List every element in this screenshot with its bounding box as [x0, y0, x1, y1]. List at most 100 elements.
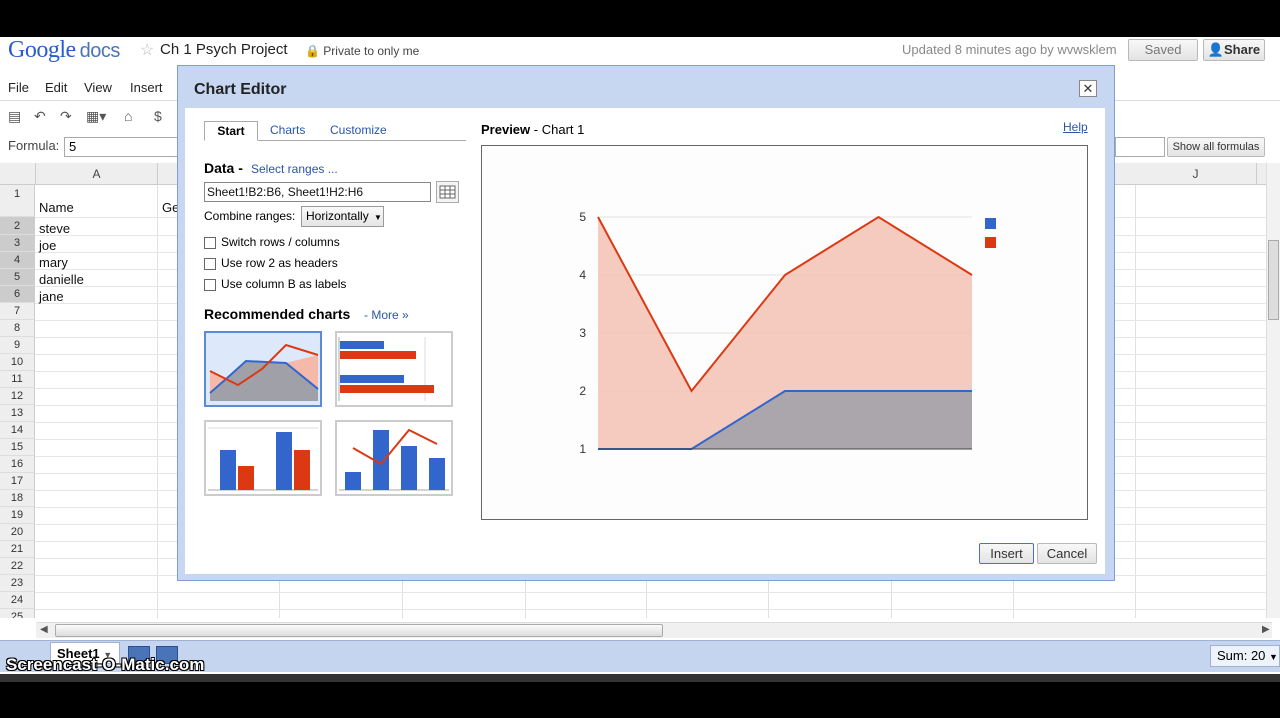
logo-docs-text: docs: [79, 40, 121, 62]
tab-start[interactable]: Start: [204, 121, 258, 141]
menu-edit[interactable]: Edit: [45, 80, 67, 95]
row-header[interactable]: 6: [0, 286, 35, 303]
cell-name[interactable]: steve: [39, 221, 70, 236]
row-header[interactable]: 18: [0, 490, 35, 507]
cell-name[interactable]: danielle: [39, 272, 84, 287]
range-picker-icon[interactable]: [436, 181, 459, 203]
row-header[interactable]: 24: [0, 592, 35, 609]
formula-input[interactable]: 5: [64, 137, 184, 157]
star-icon[interactable]: ☆: [140, 40, 154, 60]
formula-label: Formula:: [8, 138, 60, 153]
use-column-labels-checkbox-row[interactable]: Use column B as labels: [204, 277, 346, 291]
column-header-j[interactable]: J: [1135, 163, 1257, 185]
share-label: Share: [1224, 42, 1261, 57]
row-header[interactable]: 22: [0, 558, 35, 575]
select-ranges-link[interactable]: Select ranges ...: [251, 162, 338, 176]
help-link[interactable]: Help: [1063, 120, 1088, 134]
insert-button[interactable]: Insert: [979, 543, 1034, 564]
chevron-down-icon: ▼: [1269, 652, 1278, 662]
privacy-status[interactable]: 🔒 Private to only me: [305, 44, 419, 58]
row-header[interactable]: 4: [0, 252, 35, 269]
lock-icon: 🔒: [305, 44, 320, 58]
paint-format-icon[interactable]: ▦▾: [86, 108, 106, 125]
row-header[interactable]: 14: [0, 422, 35, 439]
row-divider: [35, 609, 1280, 610]
row-header[interactable]: 5: [0, 269, 35, 286]
row-header[interactable]: 3: [0, 235, 35, 252]
combine-ranges-value: Horizontally: [306, 209, 369, 223]
close-icon[interactable]: ✕: [1079, 80, 1097, 97]
row-header[interactable]: 15: [0, 439, 35, 456]
chart-preview: 1 2 3 4 5: [481, 145, 1088, 520]
cell-name[interactable]: mary: [39, 255, 68, 270]
use-row-headers-checkbox-row[interactable]: Use row 2 as headers: [204, 256, 338, 270]
saved-button[interactable]: Saved: [1128, 39, 1198, 61]
row-header[interactable]: 1: [0, 185, 35, 217]
y-tick-label: 1: [579, 442, 586, 456]
row-header[interactable]: 11: [0, 371, 35, 388]
user-icon: 👤: [1207, 42, 1225, 57]
bar-chart-thumbnail[interactable]: [335, 331, 453, 407]
menu-insert[interactable]: Insert: [130, 80, 163, 95]
vertical-scroll-thumb[interactable]: [1268, 240, 1279, 320]
use-row-headers-checkbox[interactable]: [204, 257, 216, 270]
row-header[interactable]: 12: [0, 388, 35, 405]
combine-ranges-label: Combine ranges:: [204, 209, 296, 223]
row-header[interactable]: 2: [0, 217, 35, 235]
row-header[interactable]: 10: [0, 354, 35, 371]
row-header[interactable]: 9: [0, 337, 35, 354]
row-header[interactable]: 17: [0, 473, 35, 490]
row-header[interactable]: 7: [0, 303, 35, 320]
checkbox-label: Switch rows / columns: [221, 235, 340, 249]
chevron-down-icon: ▼: [374, 213, 382, 222]
scroll-right-icon[interactable]: ▶: [1262, 624, 1270, 635]
switch-rows-checkbox-row[interactable]: Switch rows / columns: [204, 235, 340, 249]
column-chart-thumbnail[interactable]: [204, 420, 322, 496]
row-header[interactable]: 20: [0, 524, 35, 541]
more-charts-link[interactable]: - More »: [364, 308, 409, 322]
data-label: Data -: [204, 160, 243, 176]
share-button[interactable]: 👤Share: [1203, 39, 1265, 61]
formula-input-extension[interactable]: [1115, 137, 1165, 157]
redo-icon[interactable]: ↷: [60, 108, 72, 125]
row-header[interactable]: 19: [0, 507, 35, 524]
menu-view[interactable]: View: [84, 80, 112, 95]
show-all-formulas-button[interactable]: Show all formulas: [1167, 137, 1265, 157]
currency-icon[interactable]: $: [154, 108, 162, 124]
tab-customize[interactable]: Customize: [324, 121, 393, 141]
cancel-button[interactable]: Cancel: [1037, 543, 1097, 564]
row-header[interactable]: 21: [0, 541, 35, 558]
scroll-left-icon[interactable]: ◀: [40, 624, 48, 635]
column-header-a[interactable]: A: [36, 163, 158, 185]
sum-indicator[interactable]: Sum: 20 ▼: [1210, 645, 1280, 667]
cell-name[interactable]: jane: [39, 289, 64, 304]
print-icon[interactable]: ▤: [8, 108, 21, 125]
row-header[interactable]: 23: [0, 575, 35, 592]
sum-label: Sum: 20: [1217, 648, 1266, 663]
switch-rows-checkbox[interactable]: [204, 236, 216, 249]
y-tick-label: 5: [579, 210, 586, 224]
row-header[interactable]: 8: [0, 320, 35, 337]
area-chart-thumbnail[interactable]: [204, 331, 322, 407]
screencast-watermark: Screencast-O-Matic.com: [6, 655, 205, 674]
row-header[interactable]: 13: [0, 405, 35, 422]
corner-cell[interactable]: [0, 163, 36, 185]
google-docs-logo[interactable]: Google docs: [8, 37, 120, 64]
row-header[interactable]: 25: [0, 609, 35, 618]
row-header[interactable]: 16: [0, 456, 35, 473]
cell-a1[interactable]: Name: [39, 200, 74, 215]
tab-charts[interactable]: Charts: [264, 121, 311, 141]
data-range-input[interactable]: Sheet1!B2:B6, Sheet1!H2:H6: [204, 182, 431, 202]
legend-swatch-series-2: [985, 237, 996, 248]
undo-icon[interactable]: ↶: [34, 108, 46, 125]
cell-name[interactable]: joe: [39, 238, 56, 253]
menu-file[interactable]: File: [8, 80, 29, 95]
clear-format-icon[interactable]: ⌂: [124, 108, 132, 124]
vertical-scrollbar[interactable]: [1266, 163, 1280, 618]
horizontal-scroll-thumb[interactable]: [55, 624, 663, 637]
use-column-labels-checkbox[interactable]: [204, 278, 216, 291]
combine-ranges-select[interactable]: Horizontally ▼: [301, 206, 384, 227]
doc-title[interactable]: Ch 1 Psych Project: [160, 41, 288, 58]
column-divider: [157, 185, 158, 618]
combo-chart-thumbnail[interactable]: [335, 420, 453, 496]
